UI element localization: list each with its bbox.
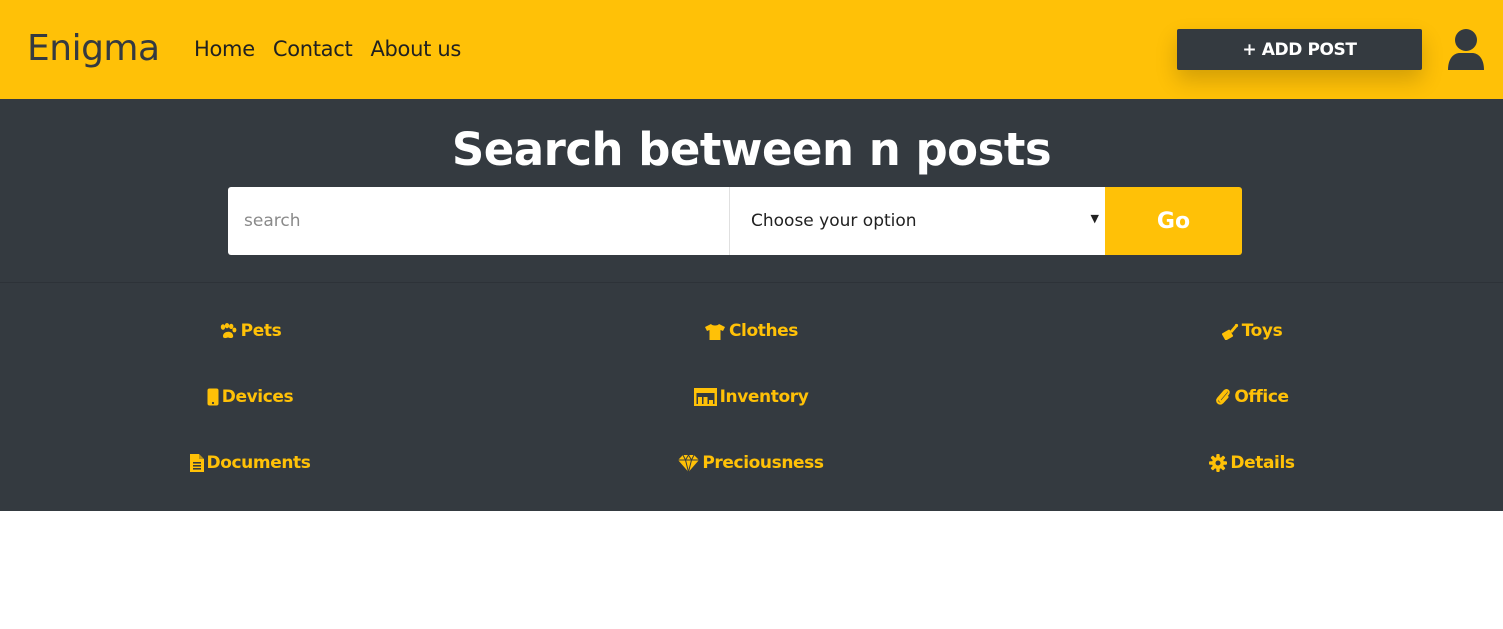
brand-logo[interactable]: Enigma (27, 26, 160, 72)
category-devices[interactable]: Devices (100, 385, 400, 409)
page-title: Search between n posts (451, 123, 1052, 176)
category-office[interactable]: Office (1102, 385, 1402, 409)
section-divider (0, 282, 1503, 283)
category-pets[interactable]: Pets (100, 319, 400, 343)
nav-link-home[interactable]: Home (194, 34, 255, 64)
category-details[interactable]: Details (1102, 451, 1402, 475)
category-label: Pets (240, 321, 282, 341)
toy-icon (1221, 323, 1239, 340)
mobile-icon (207, 388, 219, 406)
paw-icon (219, 322, 238, 340)
search-bar: Choose your option ▼ Go (228, 187, 1242, 255)
nav-links: Home Contact About us (194, 34, 461, 64)
warehouse-icon (693, 388, 717, 406)
category-preciousness[interactable]: Preciousness (601, 451, 901, 475)
category-label: Clothes (728, 321, 799, 341)
category-toys[interactable]: Toys (1102, 319, 1402, 343)
tshirt-icon (704, 323, 726, 340)
category-select[interactable]: Choose your option ▼ (729, 187, 1105, 255)
paperclip-icon (1215, 388, 1231, 406)
category-label: Office (1234, 387, 1289, 407)
category-select-value: Choose your option (751, 211, 917, 231)
category-label: Preciousness (702, 453, 824, 473)
category-label: Details (1230, 453, 1295, 473)
file-icon (189, 454, 204, 472)
nav-link-contact[interactable]: Contact (273, 34, 353, 64)
category-label: Toys (1241, 321, 1283, 341)
navbar: Enigma Home Contact About us + ADD POST (0, 0, 1503, 99)
nav-link-about-us[interactable]: About us (370, 34, 461, 64)
category-label: Documents (206, 453, 311, 473)
category-documents[interactable]: Documents (100, 451, 400, 475)
hero-search-section: Search between n posts Choose your optio… (0, 99, 1503, 511)
category-clothes[interactable]: Clothes (601, 319, 901, 343)
user-icon[interactable] (1446, 28, 1486, 72)
gear-icon (1209, 454, 1228, 472)
go-button[interactable]: Go (1105, 187, 1242, 255)
add-post-button[interactable]: + ADD POST (1177, 29, 1422, 70)
category-label: Inventory (719, 387, 809, 407)
gem-icon (678, 454, 700, 472)
category-label: Devices (221, 387, 294, 407)
caret-down-icon: ▼ (1090, 212, 1099, 225)
search-input[interactable] (228, 187, 729, 255)
category-inventory[interactable]: Inventory (601, 385, 901, 409)
